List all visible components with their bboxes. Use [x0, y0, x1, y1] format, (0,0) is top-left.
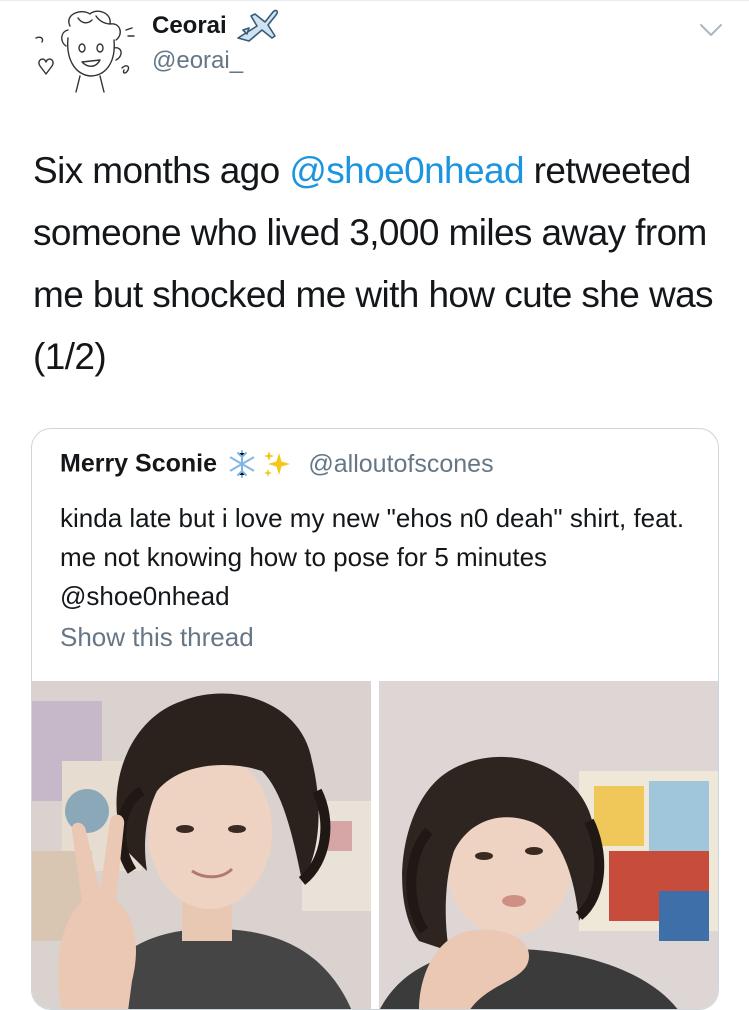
mention-link[interactable]: @shoe0nhead	[289, 150, 524, 191]
snowflake-icon	[230, 450, 255, 478]
show-thread-link[interactable]: Show this thread	[60, 622, 254, 652]
airplane-icon	[237, 9, 279, 42]
quoted-media-grid	[32, 681, 718, 1010]
tweet-text: Six months ago @shoe0nhead retweeted som…	[33, 140, 723, 388]
author-display-name[interactable]: Ceorai	[152, 11, 227, 41]
quoted-display-name[interactable]: Merry Sconie	[60, 450, 217, 478]
chevron-down-icon[interactable]	[699, 22, 723, 38]
quoted-tweet-header: Merry Sconie @alloutofscones	[60, 449, 494, 479]
author-handle[interactable]: @eorai_	[152, 46, 279, 76]
tweet: Ceorai @eorai_ Six months ago @shoe0nhea…	[0, 0, 749, 1010]
selfie-hand-on-chin-photo[interactable]	[379, 681, 718, 1010]
quoted-tweet-text: kinda late but i love my new "ehos n0 de…	[60, 503, 685, 611]
quoted-tweet-card[interactable]: Merry Sconie @alloutofscones kinda late …	[31, 428, 719, 1010]
author-info: Ceorai @eorai_	[152, 9, 279, 76]
quoted-handle[interactable]: @alloutofscones	[308, 450, 493, 478]
sparkles-icon	[263, 451, 290, 477]
selfie-peace-sign-photo[interactable]	[32, 681, 371, 1010]
cartoon-avatar-icon[interactable]	[30, 8, 140, 94]
tweet-text-part: Six months ago	[33, 150, 290, 191]
divider	[0, 0, 749, 1]
